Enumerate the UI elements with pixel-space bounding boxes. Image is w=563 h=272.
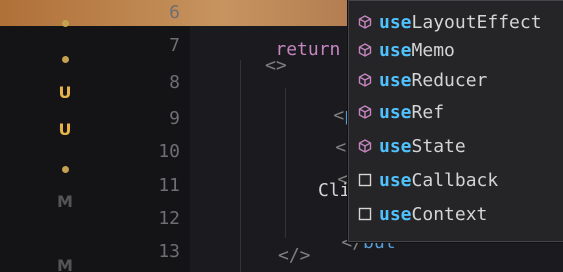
suggestion-item[interactable]: use Ref	[357, 99, 444, 125]
line-number: 13	[158, 241, 180, 262]
suggestion-rest: Context	[411, 203, 488, 225]
editor-screen: U U M M 6 7 8 9 10 11 12 13 return ( <> …	[0, 0, 563, 272]
suggestion-item[interactable]: use Memo	[357, 37, 455, 63]
suggestion-item[interactable]: use State	[357, 133, 466, 159]
cube-icon	[357, 104, 373, 120]
status-dot	[40, 12, 90, 31]
match-prefix: use	[379, 11, 412, 33]
cube-icon	[357, 14, 373, 30]
line-number: 9	[169, 108, 180, 129]
code-line-return: return (	[232, 18, 362, 81]
code-line-button-text: Cli	[318, 180, 351, 201]
suggestion-rest: State	[411, 135, 466, 157]
match-prefix: use	[379, 101, 412, 123]
indent-guide	[240, 60, 241, 272]
suggestion-item[interactable]: use Context	[357, 201, 487, 227]
line-number: 8	[169, 72, 180, 93]
suggestion-rest: LayoutEffect	[411, 11, 542, 33]
cube-icon	[357, 72, 373, 88]
match-prefix: use	[379, 69, 412, 91]
square-icon	[357, 172, 373, 188]
cube-icon	[357, 138, 373, 154]
square-icon	[357, 206, 373, 222]
status-untracked: U	[58, 83, 72, 102]
status-untracked: U	[58, 120, 72, 139]
status-modified: M	[57, 192, 73, 211]
suggestion-rest: Memo	[411, 39, 455, 61]
code-line-fragment-open: <>	[265, 55, 287, 76]
status-dot	[40, 158, 90, 177]
suggestion-rest: Reducer	[411, 69, 488, 91]
suggestion-rest: Callback	[411, 169, 499, 191]
line-number: 10	[158, 141, 180, 162]
code-line-fragment-close: </>	[278, 245, 311, 266]
autocomplete-popup[interactable]: use LayoutEffect use Memo use Reducer use Re…	[348, 0, 563, 242]
line-number: 6	[169, 2, 180, 23]
line-number: 12	[158, 208, 180, 229]
cube-icon	[357, 42, 373, 58]
suggestion-rest: Ref	[411, 101, 445, 123]
status-modified: M	[57, 256, 73, 272]
indent-guide	[285, 88, 286, 238]
suggestion-item[interactable]: use Reducer	[357, 67, 487, 93]
status-dot	[40, 48, 90, 67]
match-prefix: use	[379, 135, 412, 157]
git-status-column: U U M M	[40, 0, 90, 272]
line-number: 7	[169, 35, 180, 56]
match-prefix: use	[379, 203, 412, 225]
suggestion-item[interactable]: use LayoutEffect	[357, 9, 542, 35]
match-prefix: use	[379, 39, 412, 61]
suggestion-item[interactable]: use Callback	[357, 167, 498, 193]
line-number: 11	[158, 175, 180, 196]
match-prefix: use	[379, 169, 412, 191]
